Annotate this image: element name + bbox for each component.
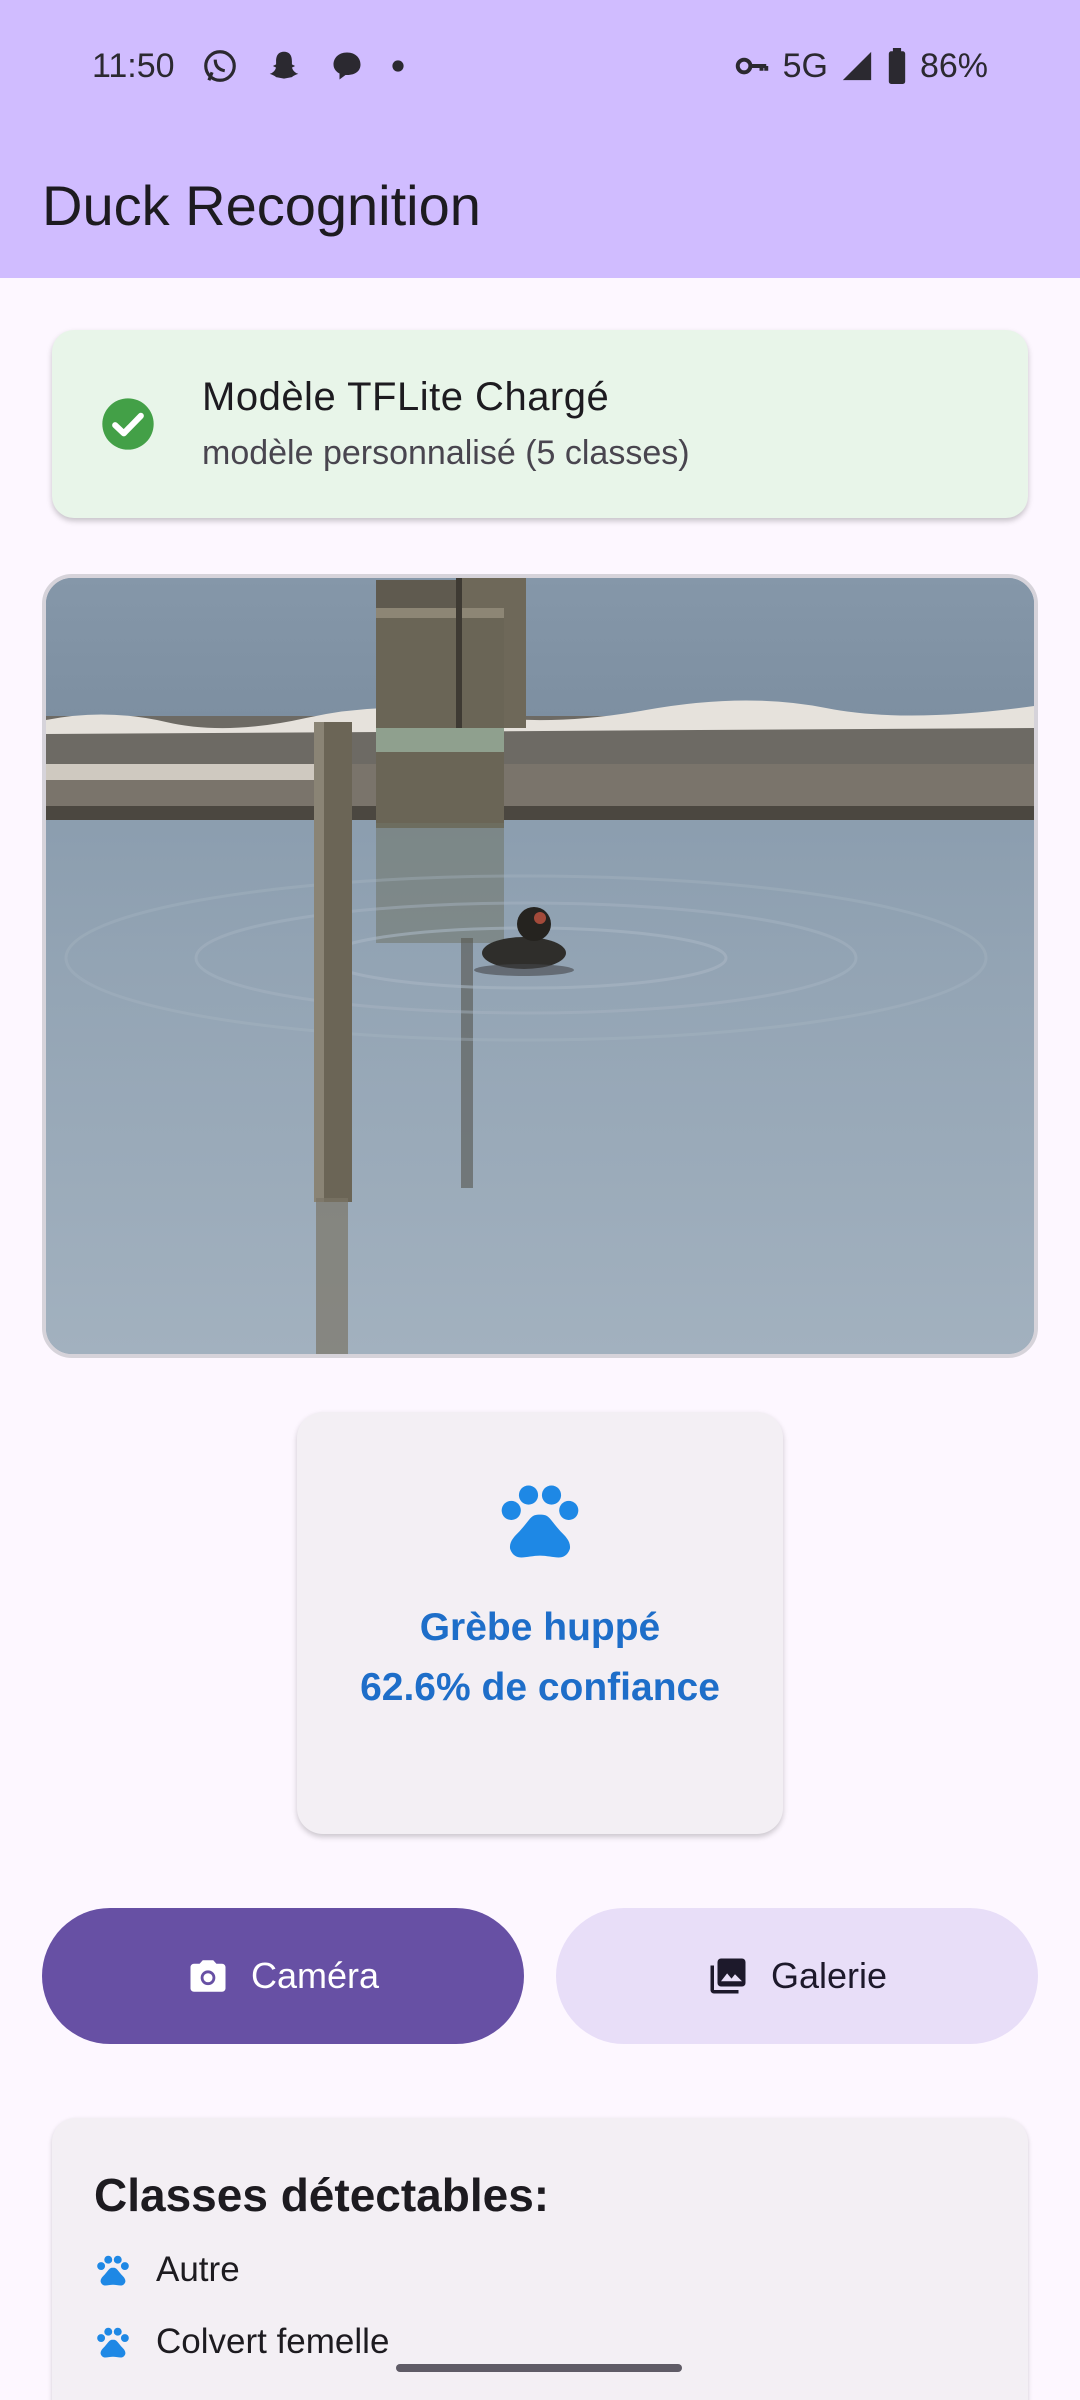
class-label: Autre bbox=[156, 2250, 240, 2289]
vpn-key-icon bbox=[733, 47, 771, 85]
snapchat-icon bbox=[265, 47, 303, 85]
result-confidence: 62.6% de confiance bbox=[360, 1666, 720, 1709]
battery-icon bbox=[886, 48, 908, 84]
paw-icon bbox=[501, 1485, 579, 1558]
status-time: 11:50 bbox=[92, 46, 175, 85]
class-list-item: Colvert femelle bbox=[94, 2318, 1028, 2366]
status-left: 11:50 bbox=[92, 47, 405, 86]
model-status-text: Modèle TFLite Chargé modèle personnalisé… bbox=[202, 375, 690, 473]
whatsapp-icon bbox=[201, 47, 239, 85]
camera-button-label: Caméra bbox=[250, 1955, 380, 1996]
result-card: Grèbe huppé 62.6% de confiance bbox=[297, 1412, 783, 1834]
class-label: Colvert femelle bbox=[156, 2322, 390, 2361]
dot-icon bbox=[391, 59, 405, 73]
signal-icon bbox=[840, 49, 874, 83]
photo-library-icon bbox=[710, 1958, 746, 1994]
battery-level: 86% bbox=[919, 46, 988, 85]
camera-icon bbox=[190, 1960, 226, 1992]
result-text: Grèbe huppé 62.6% de confiance bbox=[297, 1598, 783, 1718]
check-circle-icon bbox=[102, 398, 154, 450]
duck-photo bbox=[46, 578, 1034, 1354]
captured-photo bbox=[42, 574, 1038, 1358]
app-title: Duck Recognition bbox=[42, 173, 481, 237]
app-bar: Duck Recognition bbox=[0, 132, 1080, 278]
gallery-button[interactable]: Galerie bbox=[556, 1908, 1038, 2044]
classes-title: Classes détectables: bbox=[94, 2169, 550, 2221]
paw-icon bbox=[97, 2327, 129, 2358]
model-status-title: Modèle TFLite Chargé bbox=[202, 375, 610, 419]
result-species: Grèbe huppé bbox=[419, 1606, 661, 1649]
class-list-item: Autre bbox=[94, 2246, 1028, 2294]
model-status-subtitle: modèle personnalisé (5 classes) bbox=[202, 434, 690, 472]
status-right: 5G 86% bbox=[733, 47, 988, 86]
classes-card: Classes détectables: Autre Colvert femel… bbox=[52, 2118, 1028, 2400]
home-indicator[interactable] bbox=[396, 2364, 682, 2372]
status-bar: 11:50 5G 86% bbox=[0, 0, 1080, 132]
model-status-card: Modèle TFLite Chargé modèle personnalisé… bbox=[52, 330, 1028, 518]
gallery-button-label: Galerie bbox=[770, 1955, 888, 1996]
camera-button[interactable]: Caméra bbox=[42, 1908, 524, 2044]
paw-icon bbox=[97, 2255, 129, 2286]
network-label: 5G bbox=[782, 46, 828, 85]
messenger-icon bbox=[329, 48, 365, 84]
